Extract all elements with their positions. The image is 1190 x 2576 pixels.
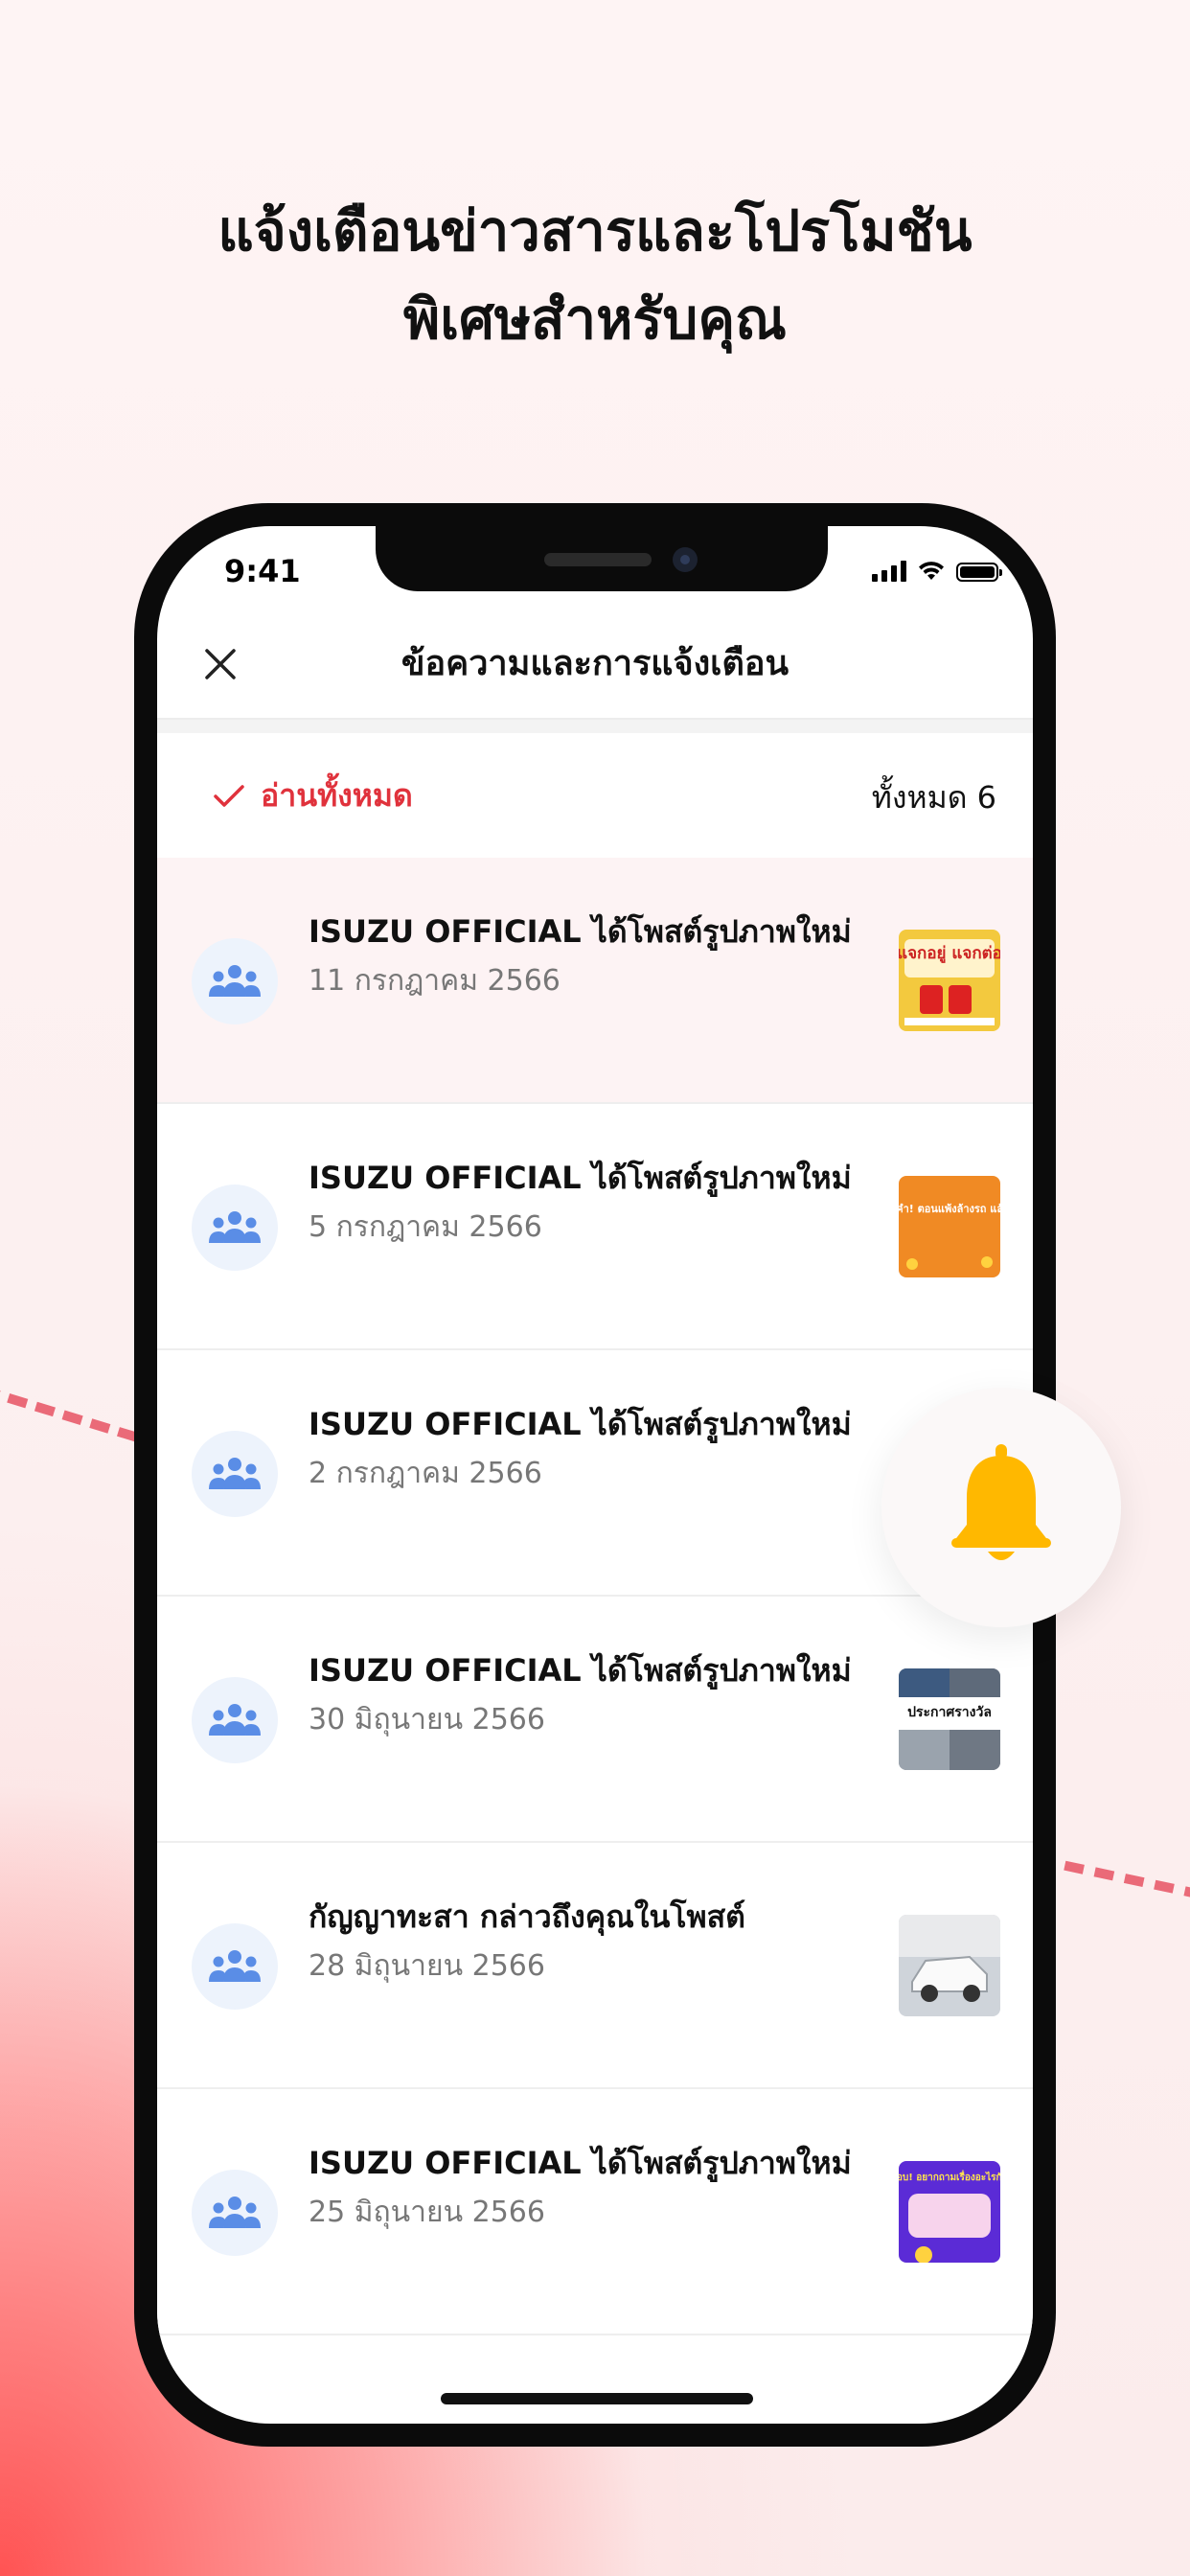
avatar (192, 1431, 278, 1517)
status-icons (872, 559, 1002, 582)
notification-item[interactable]: ISUZU OFFICIAL ได้โพสต์รูปภาพใหม่ 5 กรกฎ… (157, 1104, 1033, 1350)
group-icon (209, 1950, 261, 1982)
notification-date: 30 มิถุนายน 2566 (309, 1703, 545, 1736)
read-all-button[interactable]: อ่านทั้งหมด (213, 771, 413, 820)
notification-date: 28 มิถุนายน 2566 (309, 1949, 545, 1983)
group-icon (209, 965, 261, 997)
notification-title: กัญญาทะสา กล่าวถึงคุณในโพสต์ (309, 1898, 745, 1935)
group-icon (209, 1211, 261, 1243)
notification-item[interactable]: ISUZU OFFICIAL ได้โพสต์รูปภาพใหม่ 11 กรก… (157, 858, 1033, 1104)
thumb-text: ถาม-ตอบ! อยากถามเรื่องอะไรกันบ้าง? (899, 2170, 1000, 2183)
page-title: ข้อความและการแจ้งเตือน (400, 644, 790, 683)
action-bar: อ่านทั้งหมด ทั้งหมด 6 (157, 733, 1033, 858)
notification-thumbnail: ถาม-ตอบ! อยากถามเรื่องอะไรกันบ้าง? (899, 2161, 1000, 2263)
total-count: ทั้งหมด 6 (871, 779, 996, 816)
notification-date: 11 กรกฎาคม 2566 (309, 964, 561, 998)
front-camera (673, 547, 698, 572)
notification-thumbnail: แจกอยู่ แจกต่อ (899, 930, 1000, 1031)
battery-icon (956, 563, 1002, 582)
cellular-signal-icon (872, 559, 906, 582)
section-divider (157, 720, 1033, 733)
notification-title: ISUZU OFFICIAL ได้โพสต์รูปภาพใหม่ (309, 1406, 852, 1442)
group-icon (209, 2196, 261, 2228)
notification-title: ISUZU OFFICIAL ได้โพสต์รูปภาพใหม่ (309, 1160, 852, 1196)
checkmark-icon (214, 784, 244, 807)
nav-bar: ข้อความและการแจ้งเตือน (157, 612, 1033, 720)
bell-icon (951, 1444, 1051, 1560)
notification-list: ISUZU OFFICIAL ได้โพสต์รูปภาพใหม่ 11 กรก… (157, 858, 1033, 2335)
home-indicator (441, 2393, 753, 2404)
thumb-text: ขอสามคำ! ตอนแพ้งล้างรถ แล้วฝนตก (899, 1203, 1000, 1215)
avatar (192, 938, 278, 1024)
speaker (544, 553, 652, 566)
wifi-icon (919, 562, 944, 580)
headline-line-2: พิเศษสำหรับคุณ (403, 287, 787, 352)
notification-title: ISUZU OFFICIAL ได้โพสต์รูปภาพใหม่ (309, 1652, 852, 1689)
thumb-text: แจกอยู่ แจกต่อ (899, 944, 1000, 964)
avatar (192, 1923, 278, 2010)
bell-badge (881, 1388, 1121, 1627)
notification-date: 5 กรกฎาคม 2566 (309, 1210, 542, 1244)
headline: แจ้งเตือนข่าวสารและโปรโมชัน พิเศษสำหรับค… (0, 187, 1190, 363)
notification-thumbnail: ขอสามคำ! ตอนแพ้งล้างรถ แล้วฝนตก (899, 1176, 1000, 1277)
avatar (192, 1677, 278, 1763)
notification-date: 2 กรกฎาคม 2566 (309, 1457, 542, 1490)
notification-title: ISUZU OFFICIAL ได้โพสต์รูปภาพใหม่ (309, 2145, 852, 2181)
notification-date: 25 มิถุนายน 2566 (309, 2196, 545, 2229)
headline-line-1: แจ้งเตือนข่าวสารและโปรโมชัน (217, 198, 973, 264)
phone-notch (376, 526, 828, 591)
group-icon (209, 1704, 261, 1736)
status-time: 9:41 (224, 553, 301, 589)
notification-thumbnail: ประกาศรางวัล (899, 1668, 1000, 1770)
notification-title: ISUZU OFFICIAL ได้โพสต์รูปภาพใหม่ (309, 913, 852, 950)
avatar (192, 1184, 278, 1271)
group-icon (209, 1458, 261, 1489)
read-all-label: อ่านทั้งหมด (261, 777, 413, 814)
notification-item[interactable]: ISUZU OFFICIAL ได้โพสต์รูปภาพใหม่ 30 มิถ… (157, 1597, 1033, 1843)
thumb-text: ประกาศรางวัล (907, 1705, 992, 1720)
notification-thumbnail (899, 1915, 1000, 2016)
avatar (192, 2170, 278, 2256)
notification-item[interactable]: กัญญาทะสา กล่าวถึงคุณในโพสต์ 28 มิถุนายน… (157, 1843, 1033, 2089)
notification-item[interactable]: ISUZU OFFICIAL ได้โพสต์รูปภาพใหม่ 25 มิถ… (157, 2089, 1033, 2335)
